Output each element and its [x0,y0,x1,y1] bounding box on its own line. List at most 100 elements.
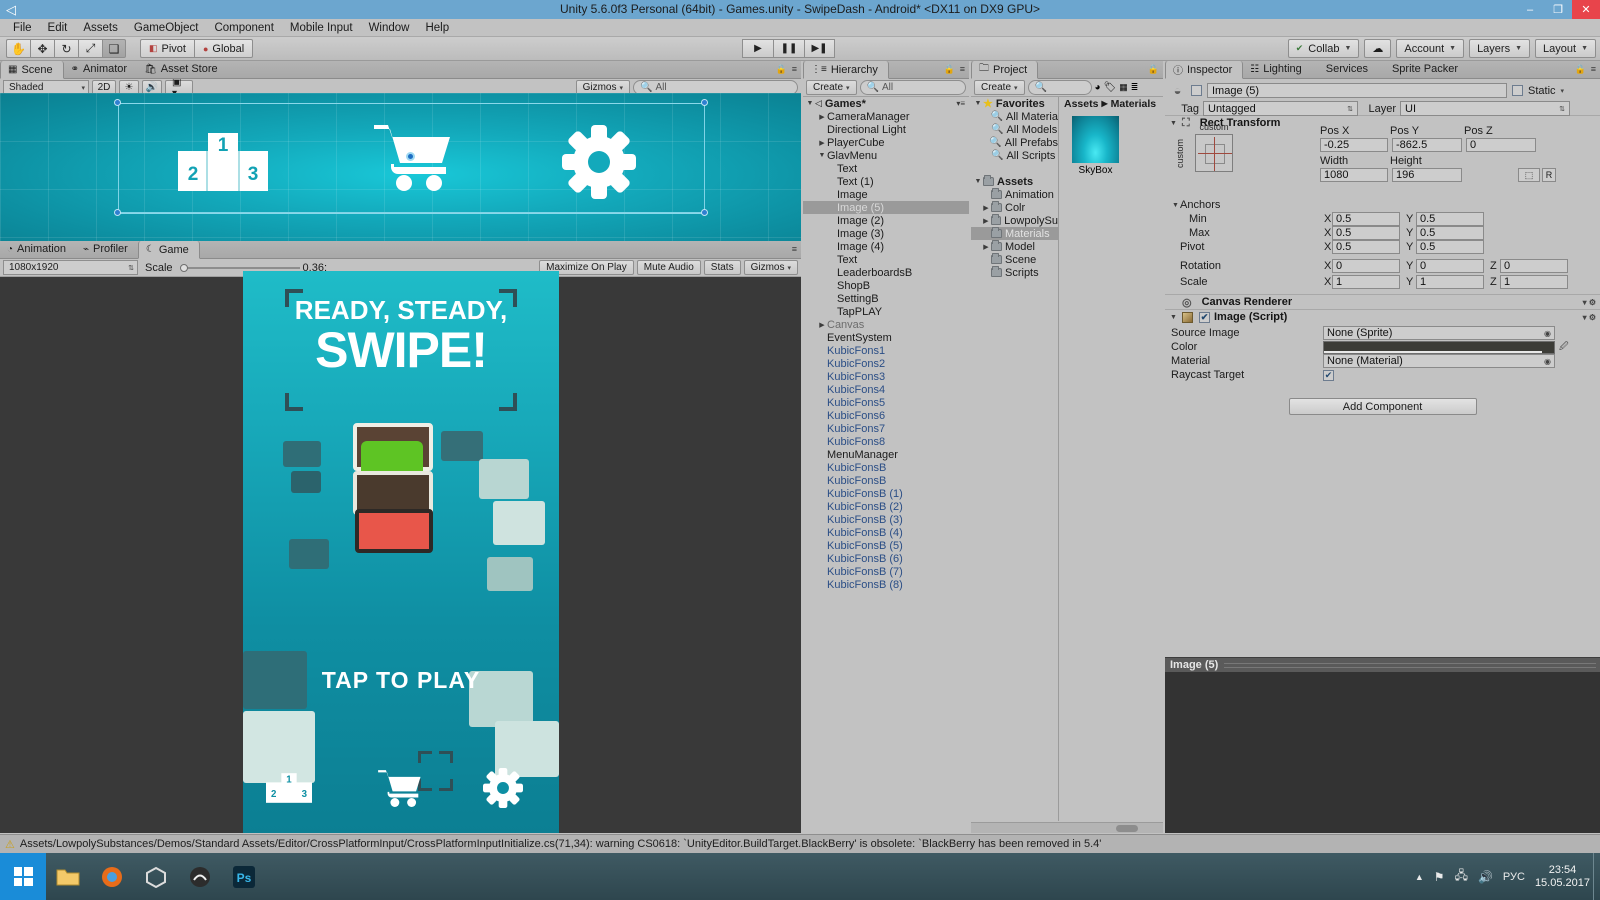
chevron-down-icon[interactable]: ▼ [805,100,815,107]
hierarchy-panel-menu[interactable]: 🔒 ≡ [944,64,965,75]
breadcrumb-materials[interactable]: Materials [1111,98,1157,110]
status-bar[interactable]: ⚠ Assets/LowpolySubstances/Demos/Standar… [0,834,1600,853]
project-search-input[interactable]: 🔍 [1027,80,1092,95]
canvas-renderer-header[interactable]: ◎ Canvas Renderer ▾ ⚙ [1165,294,1600,309]
hierarchy-item-kubicfonsb-2[interactable]: KubicFonsB (2) [803,500,969,513]
anchors-header[interactable]: ▼ Anchors [1171,198,1600,212]
layout-button[interactable]: Layout ▼ [1535,39,1596,58]
play-button[interactable]: ▶ [742,39,773,58]
hierarchy-item-kubicfons6[interactable]: KubicFons6 [803,409,969,422]
tab-project[interactable]: 🗀 Project [971,61,1039,79]
project-item-scripts[interactable]: Scripts [971,266,1058,279]
game-viewport[interactable]: READY, STEADY, SWIPE! TAP TO PLAY 1 2 3 [243,271,559,833]
component-menu-icon[interactable]: ▾ ⚙ [1583,313,1596,322]
unity-icon[interactable] [134,853,178,900]
game-resolution-dropdown[interactable]: 1080x1920 ⇅ [3,260,138,275]
hierarchy-item-kubicfonsb-7[interactable]: KubicFonsB (7) [803,565,969,578]
breadcrumb-assets[interactable]: Assets [1064,98,1098,110]
chevron-right-icon[interactable]: ▶ [981,217,991,225]
hierarchy-item-kubicfonsb-1[interactable]: KubicFonsB (1) [803,487,969,500]
hierarchy-item-image-5[interactable]: Image (5) [803,201,969,214]
stats-button[interactable]: Stats [703,260,741,275]
project-item-animation[interactable]: Animation [971,188,1058,201]
hierarchy-search-input[interactable]: 🔍 All [859,80,966,95]
chevron-down-icon[interactable]: ▼ [973,100,983,107]
anchor-max-y-field[interactable]: 0.5 [1416,226,1484,240]
hierarchy-item-tapplay[interactable]: TapPLAY [803,305,969,318]
project-tree[interactable]: ▼ ★ Favorites 🔍 All Materia 🔍 All Models 🔍 All P… [971,97,1059,821]
hierarchy-item-text[interactable]: Text [803,162,969,175]
raycast-target-checkbox[interactable]: ✔ [1323,369,1334,381]
cloud-button[interactable]: ☁ [1364,39,1392,58]
panel-menu-icon[interactable]: ≡ [1591,64,1596,75]
chevron-right-icon[interactable]: ▶ [981,243,991,251]
chevron-down-icon[interactable]: ▼ [973,178,983,185]
hierarchy-item-kubicfons2[interactable]: KubicFons2 [803,357,969,370]
leaderboard-icon[interactable]: 1 2 3 [266,771,312,808]
scale-x-field[interactable]: 1 [1332,275,1400,289]
project-item-assets[interactable]: ▼ Assets [971,175,1058,188]
rotate-tool-icon[interactable]: ↻ [54,39,78,58]
menu-mobile-input[interactable]: Mobile Input [282,19,361,37]
mute-audio-button[interactable]: Mute Audio [636,260,701,275]
minimize-button[interactable]: – [1516,0,1544,19]
resize-handle-br[interactable] [701,209,708,216]
lock-icon[interactable]: 🔒 [1575,64,1586,75]
hierarchy-create-button[interactable]: Create ▾ [806,80,857,95]
hierarchy-item-menumanager[interactable]: MenuManager [803,448,969,461]
hand-tool-icon[interactable]: ✋ [6,39,30,58]
pos-x-field[interactable]: -0.25 [1320,138,1388,152]
hierarchy-item-kubicfonsb-5[interactable]: KubicFonsB (5) [803,539,969,552]
move-tool-icon[interactable]: ✥ [30,39,54,58]
asset-thumbnail-skybox[interactable] [1072,116,1119,163]
tab-animator[interactable]: ⚭ Animator [64,60,137,78]
hierarchy-item-kubicfonsb-8[interactable]: KubicFonsB (8) [803,578,969,591]
project-item-all-materia[interactable]: 🔍 All Materia [971,110,1058,123]
hierarchy-item-kubicfons3[interactable]: KubicFons3 [803,370,969,383]
hierarchy-item-shopb[interactable]: ShopB [803,279,969,292]
hierarchy-item-image-3[interactable]: Image (3) [803,227,969,240]
project-content[interactable]: Assets ▶ Materials SkyBox [1060,97,1163,821]
scene-viewport[interactable]: 1 2 3 [0,93,801,241]
tag-dropdown[interactable]: Untagged ⇅ [1203,101,1358,116]
rect-transform-pivot-handle[interactable] [406,152,415,161]
hierarchy-item-kubicfons7[interactable]: KubicFons7 [803,422,969,435]
resize-handle-tl[interactable] [114,99,121,106]
panel-menu-icon[interactable]: ≡ [960,64,965,75]
file-explorer-icon[interactable] [46,853,90,900]
language-indicator[interactable]: РУС [1503,871,1525,883]
pivot-toggle[interactable]: ◧ Pivot [140,39,194,58]
project-item-scene[interactable]: Scene [971,253,1058,266]
other-app-icon[interactable] [178,853,222,900]
layer-dropdown[interactable]: UI ⇅ [1400,101,1570,116]
hierarchy-item-image-2[interactable]: Image (2) [803,214,969,227]
resize-handle-tr[interactable] [701,99,708,106]
account-button[interactable]: Account ▼ [1396,39,1465,58]
filter-by-type-icon[interactable]: ◕ [1095,82,1101,93]
hierarchy-item-glavmenu[interactable]: ▼ GlavMenu [803,149,969,162]
hierarchy-item-kubicfons8[interactable]: KubicFons8 [803,435,969,448]
asset-grid[interactable]: SkyBox [1060,110,1163,176]
rotation-x-field[interactable]: 0 [1332,259,1400,273]
scene-menu-icon[interactable]: ▾≡ [956,99,965,108]
project-item-favorites[interactable]: ▼ ★ Favorites [971,97,1058,111]
global-toggle[interactable]: ● Global [193,39,254,58]
tab-inspector[interactable]: ⓘ Inspector [1165,61,1244,79]
scale-y-field[interactable]: 1 [1416,275,1484,289]
rotation-y-field[interactable]: 0 [1416,259,1484,273]
hierarchy-item-playercube[interactable]: ▶ PlayerCube [803,136,969,149]
chevron-down-icon[interactable]: ▼ [1169,120,1178,127]
scale-z-field[interactable]: 1 [1500,275,1568,289]
tab-services[interactable]: Services [1312,60,1378,78]
chevron-right-icon[interactable]: ▶ [981,204,991,212]
hierarchy-item-kubicfonsb-6[interactable]: KubicFonsB (6) [803,552,969,565]
menu-window[interactable]: Window [361,19,418,37]
photoshop-icon[interactable]: Ps [222,853,266,900]
hierarchy-item-text-1[interactable]: Text (1) [803,175,969,188]
hierarchy-item-kubicfonsb-4[interactable]: KubicFonsB (4) [803,526,969,539]
panel-menu-icon[interactable]: ≡ [792,244,797,254]
tab-scene[interactable]: ▦ Scene [0,61,64,79]
hierarchy-item-directional-light[interactable]: Directional Light [803,123,969,136]
hierarchy-item-cameramanager[interactable]: ▶ CameraManager [803,110,969,123]
clock[interactable]: 23:54 15.05.2017 [1535,864,1590,890]
